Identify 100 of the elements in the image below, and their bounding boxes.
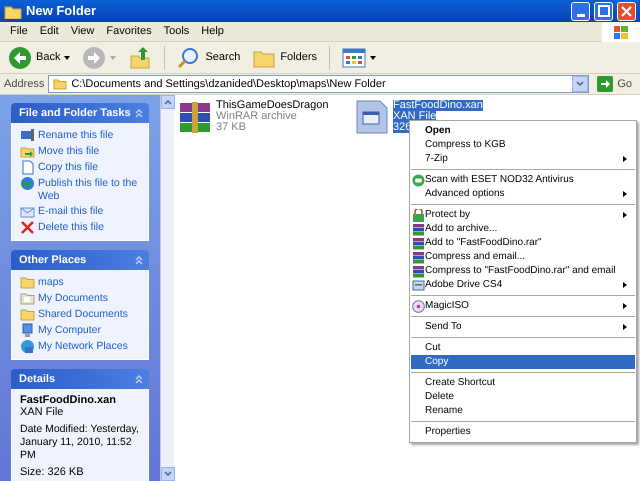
panel-title: File and Folder Tasks [19,106,131,121]
menu-item[interactable]: MagicISO [411,299,635,313]
details-date-modified: Date Modified: Yesterday, January 11, 2010, 11:52 PM [20,423,140,462]
details-file-type: XAN File [20,406,64,419]
menu-item[interactable]: Compress to KGB [411,138,635,152]
task-link[interactable]: Rename this file [38,128,114,142]
details-size: Size: 326 KB [20,466,85,479]
menu-item[interactable]: Create Shortcut [411,376,635,390]
address-label: Address [4,76,44,92]
disc-icon [412,300,425,312]
submenu-arrow-icon [623,156,627,162]
menu-item[interactable]: Scan with ESET NOD32 Antivirus [411,173,635,187]
menu-item[interactable]: Help [195,23,230,40]
menu-item[interactable]: File [4,23,34,40]
stacked-books-icon [412,264,425,278]
menu-item[interactable]: Add to "FastFoodDino.rar" [411,236,635,250]
address-field[interactable]: C:\Documents and Settings\dzanided\Desktop\maps\New Folder [48,75,590,93]
scrollbar[interactable] [160,95,174,481]
task-link[interactable]: E-mail this file [38,204,104,218]
menu-item[interactable]: Delete [411,390,635,404]
drive-icon [412,278,425,292]
panel-title: Details [19,372,56,387]
view-grid-icon [342,46,366,70]
globe-computer-icon [20,339,35,354]
folder-icon [20,275,35,290]
chevron-down-icon [576,81,584,87]
stacked-books-icon [412,250,425,264]
chevron-up-icon [164,99,172,105]
menu-item[interactable]: Properties [411,425,635,439]
folder-icon [53,78,68,90]
details-file-name: FastFoodDino.xan [20,394,117,407]
stacked-books-icon [178,101,212,133]
menu-item[interactable]: Open [411,124,635,138]
menu-item[interactable]: Rename [411,404,635,418]
menu-item[interactable]: 7-Zip [411,152,635,166]
collapse-icon [134,374,144,384]
folder-document-icon [20,291,35,306]
document-icon [20,160,35,175]
address-value: C:\Documents and Settings\dzanided\Desktop\maps\New Folder [71,76,387,92]
minimize-icon [576,14,584,16]
window-title: New Folder [26,2,98,20]
file-size: 37 KB [216,122,246,133]
task-link[interactable]: My Network Places [38,339,128,353]
submenu-arrow-icon [623,324,627,330]
task-link[interactable]: maps [38,275,64,289]
menu-item[interactable]: Adobe Drive CS4 [411,278,635,292]
task-link[interactable]: My Documents [38,291,108,305]
maximize-button[interactable] [594,2,613,20]
close-icon [621,6,632,16]
caret-icon [370,56,376,60]
submenu-arrow-icon [623,282,627,288]
stacked-books-icon [412,236,425,250]
submenu-arrow-icon [623,212,627,218]
panel-header[interactable]: Other Places [11,250,149,270]
back-button[interactable]: Back [4,44,74,72]
menu-item[interactable]: Favorites [100,23,158,40]
maximize-icon [598,5,610,17]
folders-button[interactable]: Folders [248,44,322,72]
search-button[interactable]: Search [173,44,244,72]
panel-header[interactable]: Details [11,369,149,389]
document-window-icon [355,100,389,134]
windows-logo [613,24,629,40]
stacked-books-icon [412,222,425,236]
scroll-up-button[interactable] [161,95,175,109]
menu-item[interactable]: Edit [34,23,65,40]
menu-item[interactable]: Send To [411,320,635,334]
submenu-arrow-icon [623,191,627,197]
task-link[interactable]: Delete this file [38,220,104,234]
menu-item[interactable]: Advanced options [411,187,635,201]
menu-item[interactable]: View [64,23,100,40]
menu-item[interactable]: Compress and email... [411,250,635,264]
minimize-button[interactable] [571,2,590,20]
menu-item[interactable]: Compress to "FastFoodDino.rar" and email [411,264,635,278]
dropdown-button[interactable] [572,76,588,92]
task-link[interactable]: My Computer [38,323,102,337]
menu-item[interactable]: Cut [411,341,635,355]
padlock-icon [412,208,425,222]
task-link[interactable]: Publish this file to the Web [38,176,140,203]
folder-up-arrow-icon [128,46,152,70]
close-button[interactable] [617,2,636,20]
chevron-down-icon [164,471,172,477]
caret-icon [110,56,116,60]
file-name[interactable]: FastFoodDino.xan [393,100,483,111]
collapse-icon [134,255,144,265]
panel-header[interactable]: File and Folder Tasks [11,103,149,123]
menu-item[interactable]: Protect by [411,208,635,222]
caret-icon [64,56,70,60]
task-link[interactable]: Move this file [38,144,100,158]
scroll-down-button[interactable] [161,467,175,481]
task-link[interactable]: Shared Documents [38,307,128,321]
computer-icon [20,323,35,338]
file-type: WinRAR archive [216,111,297,122]
file-name[interactable]: ThisGameDoesDragon [216,100,328,111]
globe-icon [20,176,35,191]
menu-item[interactable]: Tools [158,23,196,40]
go-button[interactable]: Go [593,76,636,92]
menu-item[interactable]: Add to archive... [411,222,635,236]
task-link[interactable]: Copy this file [38,160,98,174]
menu-item[interactable]: Copy [411,355,635,369]
collapse-icon [134,108,144,118]
